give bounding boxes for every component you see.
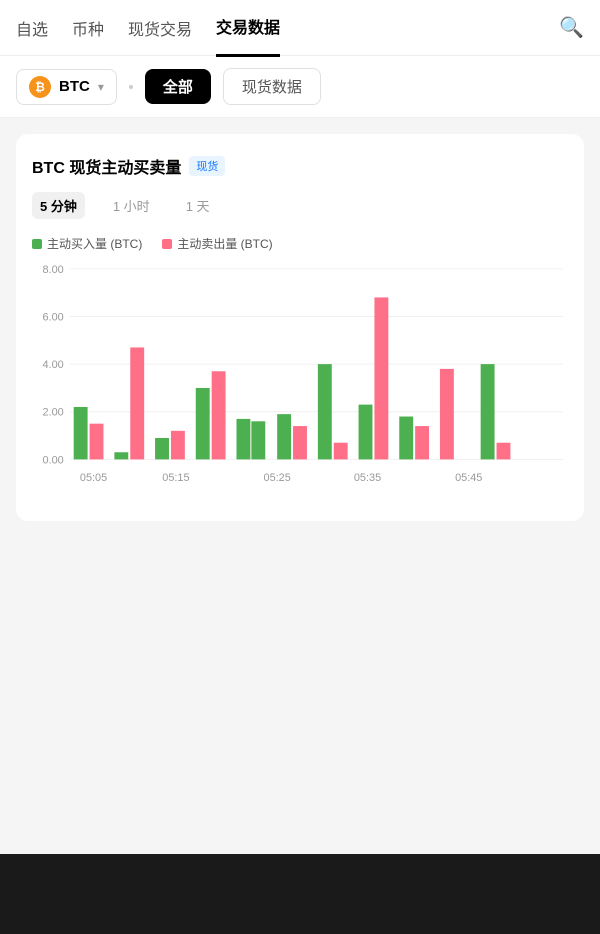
bar-buy: [236, 419, 250, 459]
legend-buy-dot: [32, 239, 42, 249]
top-navigation: 自选 币种 现货交易 交易数据 🔍: [0, 0, 600, 56]
time-5min[interactable]: 5 分钟: [32, 192, 85, 219]
time-1d[interactable]: 1 天: [178, 192, 218, 219]
bar-chart-svg: 8.00 6.00 4.00 2.00 0.00: [32, 260, 568, 500]
bar-buy: [114, 452, 128, 459]
bar-sell: [212, 371, 226, 459]
legend-sell: 主动卖出量 (BTC): [162, 235, 272, 252]
bar-sell: [293, 426, 307, 459]
bar-sell: [90, 424, 104, 460]
filter-spot-button[interactable]: 现货数据: [223, 68, 321, 105]
bar-buy: [74, 407, 88, 459]
bar-buy: [318, 364, 332, 459]
time-selector: 5 分钟 1 小时 1 天: [32, 192, 568, 219]
svg-text:05:05: 05:05: [80, 472, 107, 484]
btc-icon: ₿: [29, 76, 51, 98]
currency-selector[interactable]: ₿ BTC ▾: [16, 69, 117, 105]
svg-text:05:45: 05:45: [455, 472, 482, 484]
divider: [129, 85, 133, 89]
bar-buy: [399, 417, 413, 460]
bar-sell: [440, 369, 454, 460]
svg-text:05:25: 05:25: [264, 472, 291, 484]
nav-item-currency[interactable]: 币种: [72, 0, 104, 56]
chart-legend: 主动买入量 (BTC) 主动卖出量 (BTC): [32, 235, 568, 252]
legend-sell-label: 主动卖出量 (BTC): [177, 235, 272, 252]
bar-sell: [497, 443, 511, 460]
legend-buy: 主动买入量 (BTC): [32, 235, 142, 252]
svg-text:6.00: 6.00: [43, 311, 64, 323]
svg-text:4.00: 4.00: [43, 359, 64, 371]
bar-sell: [374, 297, 388, 459]
bar-buy: [251, 421, 265, 459]
nav-item-spot-trade[interactable]: 现货交易: [128, 0, 192, 56]
svg-text:2.00: 2.00: [43, 407, 64, 419]
chevron-down-icon: ▾: [98, 80, 104, 94]
chart-card: BTC 现货主动买卖量 现货 5 分钟 1 小时 1 天 主动买入量 (BTC)…: [16, 134, 584, 521]
bar-sell: [415, 426, 429, 459]
chart-area: 8.00 6.00 4.00 2.00 0.00: [32, 260, 568, 505]
legend-sell-dot: [162, 239, 172, 249]
bar-buy: [196, 388, 210, 459]
bar-buy: [481, 364, 495, 459]
bar-sell: [334, 443, 348, 460]
nav-item-watchlist[interactable]: 自选: [16, 0, 48, 56]
chart-title: BTC 现货主动买卖量: [32, 154, 181, 178]
nav-item-trade-data[interactable]: 交易数据: [216, 0, 280, 57]
svg-text:8.00: 8.00: [43, 264, 64, 276]
time-1h[interactable]: 1 小时: [105, 192, 158, 219]
bar-sell: [130, 347, 144, 459]
svg-text:05:15: 05:15: [162, 472, 189, 484]
svg-text:0.00: 0.00: [43, 454, 64, 466]
filter-bar: ₿ BTC ▾ 全部 现货数据: [0, 56, 600, 118]
svg-text:05:35: 05:35: [354, 472, 381, 484]
bar-buy: [277, 414, 291, 459]
currency-label: BTC: [59, 78, 90, 95]
nav-items: 自选 币种 现货交易 交易数据: [16, 0, 559, 57]
main-content: BTC 现货主动买卖量 现货 5 分钟 1 小时 1 天 主动买入量 (BTC)…: [0, 118, 600, 537]
legend-buy-label: 主动买入量 (BTC): [47, 235, 142, 252]
search-icon[interactable]: 🔍: [559, 15, 584, 40]
chart-title-row: BTC 现货主动买卖量 现货: [32, 154, 568, 178]
bar-buy: [155, 438, 169, 459]
bar-buy: [359, 405, 373, 460]
bar-sell: [171, 431, 185, 460]
bottom-bar: [0, 854, 600, 934]
filter-all-button[interactable]: 全部: [145, 69, 211, 104]
spot-badge: 现货: [189, 156, 225, 176]
